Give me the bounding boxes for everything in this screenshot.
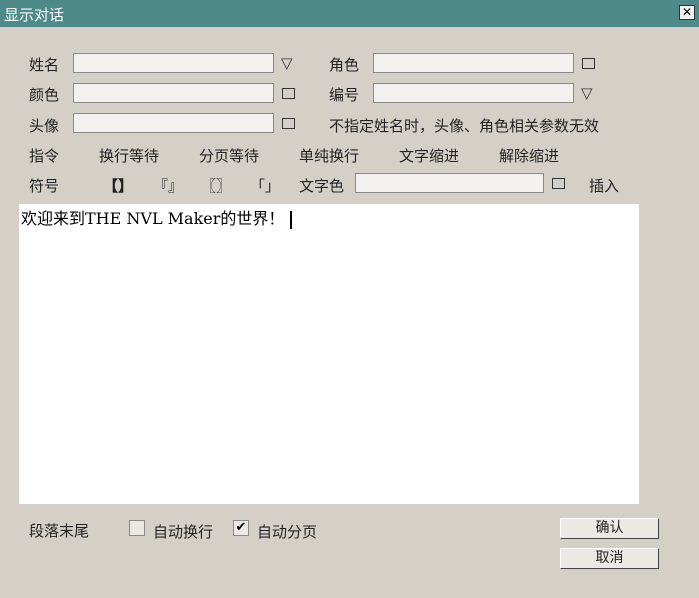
role-field[interactable] xyxy=(373,53,574,73)
dialog-text-editor[interactable]: 欢迎来到THE NVL Maker的世界！ xyxy=(19,204,639,504)
cancel-button[interactable]: 取消 xyxy=(560,548,659,569)
auto-newline-checkbox[interactable] xyxy=(129,520,145,536)
symbol-white-corner[interactable]: 『』 xyxy=(153,175,183,196)
number-field[interactable] xyxy=(373,83,574,103)
name-dropdown-icon[interactable]: ▽ xyxy=(281,54,293,72)
auto-newline-label: 自动换行 xyxy=(153,523,214,541)
cmd-wait-newline[interactable]: 换行等待 xyxy=(99,145,159,166)
symbol-white-lenticular[interactable]: 〖〗 xyxy=(201,175,231,196)
text-color-picker-icon[interactable] xyxy=(552,178,565,189)
symbol-corner[interactable]: 「」 xyxy=(250,175,280,196)
color-field[interactable] xyxy=(73,83,274,103)
number-dropdown-icon[interactable]: ▽ xyxy=(581,84,593,102)
editor-text: 欢迎来到THE NVL Maker的世界！ xyxy=(21,209,285,228)
text-color-label: 文字色 xyxy=(299,177,345,195)
hint-text: 不指定姓名时，头像、角色相关参数无效 xyxy=(329,117,600,135)
confirm-button[interactable]: 确认 xyxy=(560,518,659,539)
text-caret xyxy=(290,210,293,229)
cmd-unindent[interactable]: 解除缩进 xyxy=(499,145,559,166)
cmd-wait-page[interactable]: 分页等待 xyxy=(199,145,259,166)
cmd-newline[interactable]: 单纯换行 xyxy=(299,145,359,166)
role-picker-icon[interactable] xyxy=(582,58,595,69)
name-field[interactable] xyxy=(73,53,274,73)
avatar-label: 头像 xyxy=(29,117,60,135)
auto-page-label: 自动分页 xyxy=(257,523,318,541)
auto-page-checkbox[interactable]: ✔ xyxy=(233,520,249,536)
name-label: 姓名 xyxy=(29,56,60,74)
symbols-label: 符号 xyxy=(29,177,60,195)
close-icon[interactable]: ✕ xyxy=(679,5,695,20)
window-title: 显示对话 xyxy=(4,6,65,24)
insert-button[interactable]: 插入 xyxy=(589,175,619,196)
avatar-field[interactable] xyxy=(73,113,274,133)
number-label: 编号 xyxy=(329,86,360,104)
avatar-picker-icon[interactable] xyxy=(282,118,295,129)
role-label: 角色 xyxy=(329,56,360,74)
text-color-field[interactable] xyxy=(355,173,544,193)
para-end-label: 段落末尾 xyxy=(29,522,90,540)
color-picker-icon[interactable] xyxy=(282,88,295,99)
cmd-indent[interactable]: 文字缩进 xyxy=(399,145,459,166)
color-label: 颜色 xyxy=(29,86,60,104)
symbol-lenticular[interactable]: 【】 xyxy=(103,175,133,196)
commands-label: 指令 xyxy=(29,147,60,165)
title-bar: 显示对话 ✕ xyxy=(0,0,699,27)
